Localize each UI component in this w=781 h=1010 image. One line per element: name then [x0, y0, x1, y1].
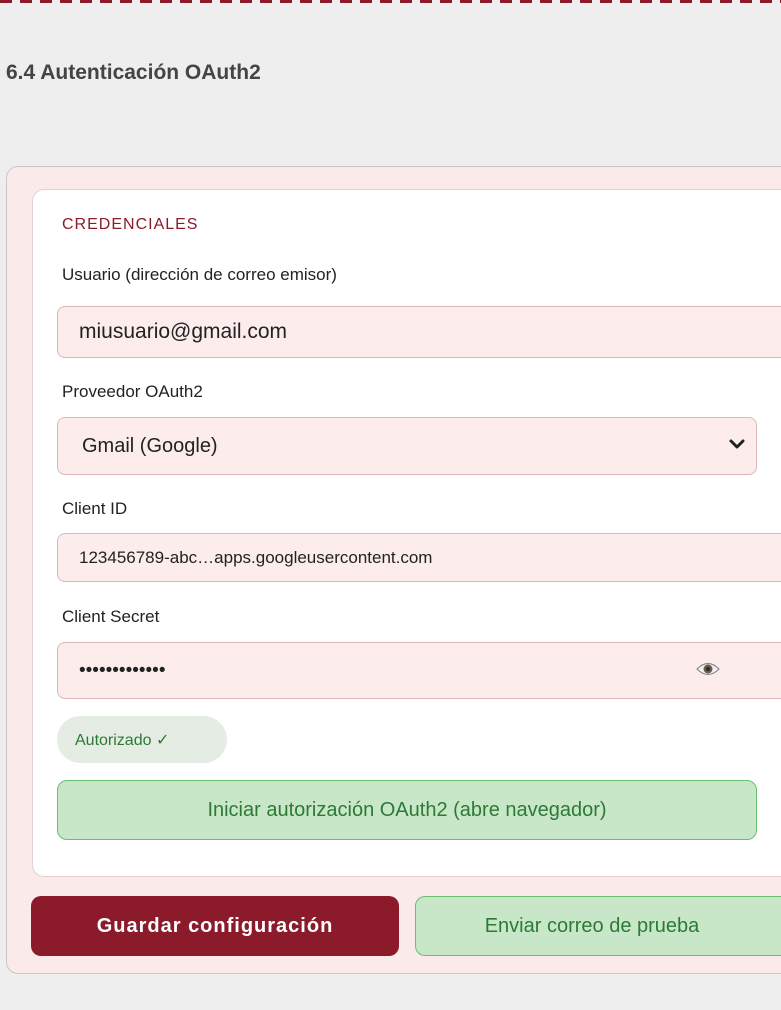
- eye-icon[interactable]: [696, 660, 720, 684]
- chevron-down-icon: [728, 435, 746, 459]
- client-secret-value: •••••••••••••: [79, 659, 166, 681]
- client-secret-input[interactable]: •••••••••••••: [57, 642, 781, 699]
- section-title: 6.4 Autenticación OAuth2: [6, 61, 261, 84]
- client-secret-label: Client Secret: [62, 607, 160, 626]
- user-email-value: miusuario@gmail.com: [79, 320, 288, 343]
- send-test-email-button[interactable]: Enviar correo de prueba: [415, 896, 781, 956]
- user-label: Usuario (dirección de correo emisor): [62, 265, 337, 284]
- dashed-divider: [0, 0, 781, 4]
- provider-label: Proveedor OAuth2: [62, 382, 203, 401]
- save-config-button[interactable]: Guardar configuración: [31, 896, 399, 956]
- client-id-input[interactable]: 123456789-abc…apps.googleusercontent.com: [57, 533, 781, 582]
- client-id-label: Client ID: [62, 499, 128, 518]
- status-badge: Autorizado ✓: [57, 716, 227, 763]
- client-id-value: 123456789-abc…apps.googleusercontent.com: [79, 547, 433, 567]
- authorize-oauth-button[interactable]: Iniciar autorización OAuth2 (abre navega…: [57, 780, 757, 840]
- provider-value: Gmail (Google): [82, 434, 218, 457]
- credentials-legend: CREDENCIALES: [62, 216, 199, 233]
- user-email-input[interactable]: miusuario@gmail.com: [57, 306, 781, 358]
- provider-select[interactable]: Gmail (Google): [57, 417, 757, 475]
